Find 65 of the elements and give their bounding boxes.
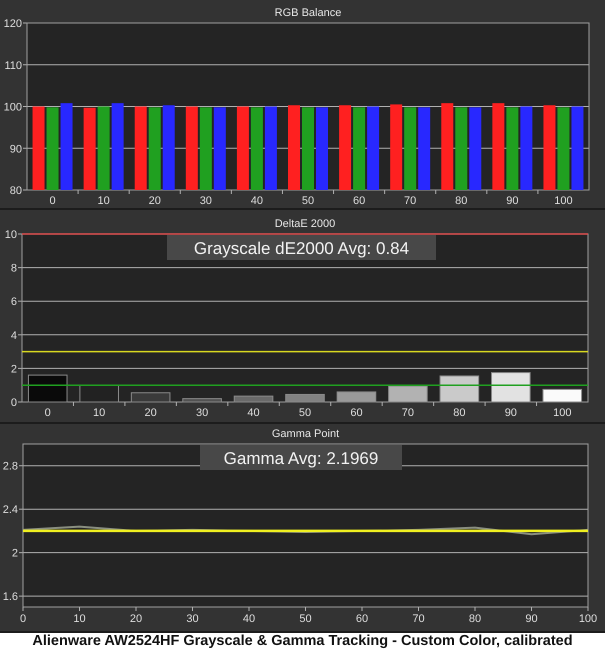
axis-label: 70 xyxy=(402,407,414,419)
axis-label: 6 xyxy=(10,296,17,308)
axis-label: 2 xyxy=(12,548,18,560)
axis-label: 60 xyxy=(352,195,366,207)
chart-title: RGB Balance xyxy=(274,7,342,19)
axis-label: 40 xyxy=(247,407,260,419)
axis-label: 60 xyxy=(356,613,368,625)
axis-label: 100 xyxy=(553,407,572,419)
axis-label: 8 xyxy=(10,262,17,275)
bar xyxy=(388,386,428,402)
axis-label: 100 xyxy=(578,613,598,625)
axis-label: 10 xyxy=(93,407,106,419)
axis-label: 90 xyxy=(504,407,517,419)
axis-label: 100 xyxy=(554,195,573,207)
axis-label: 0 xyxy=(20,613,26,625)
bar xyxy=(234,396,274,402)
axis-label: 0 xyxy=(10,397,17,409)
axis-label: 80 xyxy=(10,185,22,197)
axis-label: 10 xyxy=(98,195,110,207)
axis-label: 50 xyxy=(302,195,314,207)
axis-label: 80 xyxy=(453,407,466,419)
average-label: Grayscale dE2000 Avg: 0.84 xyxy=(167,235,436,260)
axis-label: 90 xyxy=(10,143,22,156)
chart-caption: Alienware AW2524HF Grayscale & Gamma Tracking - Custom Color, calibrated xyxy=(31,633,574,651)
axis-label: 10 xyxy=(4,229,17,241)
axis-label: 80 xyxy=(468,613,482,625)
axis-label: 120 xyxy=(4,18,22,30)
bar xyxy=(440,375,480,402)
axis-label: 1.6 xyxy=(2,591,18,604)
axis-label: 90 xyxy=(525,613,538,625)
axis-label: 20 xyxy=(144,407,157,419)
axis-label: 10 xyxy=(73,613,86,625)
axis-label: 2 xyxy=(10,363,17,376)
bar xyxy=(130,392,170,402)
axis-label: 4 xyxy=(10,330,17,342)
average-label: Gamma Avg: 2.1969 xyxy=(200,445,402,470)
annotation: Grayscale dE2000 Avg: 0.84 xyxy=(194,239,410,258)
bar xyxy=(285,394,325,402)
axis-label: 0 xyxy=(44,407,51,419)
bar xyxy=(28,374,68,402)
axis-label: 50 xyxy=(299,613,312,625)
axis-label: 2.8 xyxy=(2,460,18,473)
chart-title: DeltaE 2000 xyxy=(274,218,336,230)
axis-label: 30 xyxy=(200,195,212,207)
axis-label: 70 xyxy=(412,613,425,625)
axis-label: 40 xyxy=(250,195,264,207)
axis-label: 80 xyxy=(455,195,468,207)
axis-label: 2.4 xyxy=(2,504,18,516)
axis-label: 0 xyxy=(49,195,56,207)
axis-label: 30 xyxy=(196,407,208,419)
annotation: Gamma Avg: 2.1969 xyxy=(224,449,378,468)
axis-label: 40 xyxy=(242,613,256,625)
bar xyxy=(542,388,582,402)
axis-label: 30 xyxy=(186,613,199,625)
bar xyxy=(182,398,222,402)
axis-label: 20 xyxy=(148,195,161,207)
chart-title: Gamma Point xyxy=(272,428,340,440)
axis-label: 70 xyxy=(404,195,416,207)
axis-label: 100 xyxy=(4,102,22,114)
axis-label: 90 xyxy=(506,195,518,207)
axis-label: 50 xyxy=(298,407,312,419)
bar xyxy=(491,372,531,402)
axis-label: 20 xyxy=(130,613,142,625)
axis-label: 110 xyxy=(4,60,22,72)
axis-label: 60 xyxy=(350,407,363,419)
